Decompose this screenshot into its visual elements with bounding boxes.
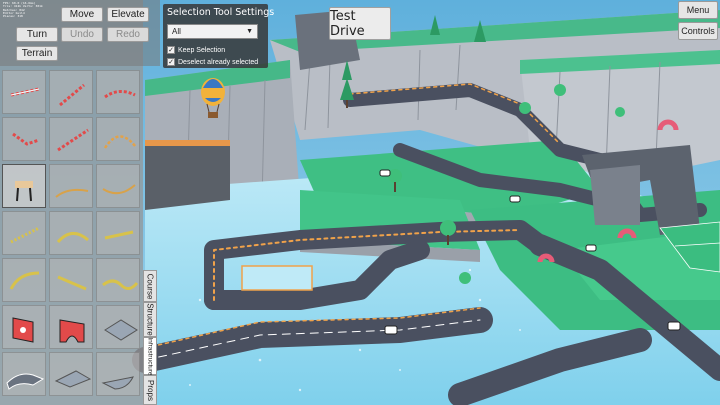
grey-floor-tile-icon	[97, 306, 139, 350]
yellow-rail-curve-icon	[3, 259, 45, 303]
menu-button[interactable]: Menu	[678, 1, 718, 19]
chevron-down-icon: ▼	[246, 28, 253, 35]
palette-item[interactable]	[96, 352, 140, 396]
grey-quarter-tile-icon	[97, 353, 139, 397]
palette-item[interactable]	[49, 117, 93, 161]
yellow-rail-arc-icon	[50, 212, 92, 256]
category-tabs: Course Structure Infrastructure Props	[143, 270, 157, 405]
tool-bar: FPS: 60.0 (16.6ms) Tris: 412k Verts: 301k…	[0, 0, 160, 66]
cable-arc-icon	[97, 165, 139, 209]
palette-item[interactable]	[2, 305, 46, 349]
tab-props[interactable]: Props	[143, 375, 157, 405]
palette-item[interactable]	[49, 211, 93, 255]
checkbox-label: Deselect already selected	[178, 58, 259, 66]
tab-structure[interactable]: Structure	[143, 302, 157, 337]
yellow-rail-straight-icon	[97, 212, 139, 256]
checkbox-label: Keep Selection	[178, 46, 226, 54]
palette-item[interactable]	[96, 70, 140, 114]
loop-pool	[241, 265, 313, 291]
palette-item[interactable]	[49, 352, 93, 396]
elevate-button[interactable]: Elevate	[107, 7, 149, 22]
terrain-button[interactable]: Terrain	[16, 46, 58, 61]
palette-item[interactable]	[49, 305, 93, 349]
checkbox-box: ✓	[167, 58, 175, 66]
palette-item[interactable]	[2, 258, 46, 302]
yellow-rail-slope-icon	[50, 259, 92, 303]
redo-button[interactable]: Redo	[107, 27, 149, 42]
debug-line: Pieces: 318	[3, 14, 23, 19]
keep-selection-checkbox[interactable]: ✓ Keep Selection	[167, 45, 267, 55]
road-barrier-curve-icon	[97, 71, 139, 115]
yellow-rail-diagonal-icon	[3, 212, 45, 256]
palette-item[interactable]	[2, 164, 46, 208]
palette-item[interactable]	[96, 164, 140, 208]
undo-button[interactable]: Undo	[61, 27, 103, 42]
road-barrier-straight-icon	[3, 71, 45, 115]
palette-item[interactable]	[2, 211, 46, 255]
checkbox-box: ✓	[167, 46, 175, 54]
panel-title: Selection Tool Settings	[167, 7, 275, 18]
selection-filter-dropdown[interactable]: All ▼	[167, 24, 258, 39]
tab-infrastructure[interactable]: Infrastructure	[143, 337, 157, 375]
tab-label: Props	[145, 379, 155, 401]
palette-item[interactable]	[49, 258, 93, 302]
palette-item[interactable]	[96, 117, 140, 161]
selection-settings-panel: Selection Tool Settings All ▼ ✓ Keep Sel…	[163, 4, 274, 68]
palette-item[interactable]	[2, 70, 46, 114]
road-barrier-arc-icon	[97, 118, 139, 162]
palette-item[interactable]	[96, 211, 140, 255]
road-ramp-icon	[3, 353, 45, 397]
grey-wedge-icon	[50, 353, 92, 397]
yellow-rail-wave-icon	[97, 259, 139, 303]
tab-label: Infrastructure	[146, 336, 154, 376]
move-button[interactable]: Move	[61, 7, 103, 22]
road-barrier-diagonal-icon	[50, 71, 92, 115]
palette-item[interactable]	[96, 258, 140, 302]
road-barrier-diagonal-long-icon	[50, 118, 92, 162]
tab-label: Course	[145, 273, 155, 299]
controls-button[interactable]: Controls	[678, 22, 718, 40]
turn-button[interactable]: Turn	[16, 27, 58, 42]
piece-palette	[2, 70, 143, 405]
palette-item[interactable]	[49, 70, 93, 114]
palette-item[interactable]	[96, 305, 140, 349]
road-barrier-corner-icon	[3, 118, 45, 162]
red-arch-panel-icon	[50, 306, 92, 350]
dropdown-value: All	[172, 27, 181, 36]
red-wall-panel-icon	[3, 306, 45, 350]
deselect-checkbox[interactable]: ✓ Deselect already selected	[167, 57, 267, 67]
cable-curve-icon	[50, 165, 92, 209]
barrier-stand-icon	[3, 165, 45, 209]
test-drive-button[interactable]: Test Drive	[329, 7, 391, 40]
palette-item[interactable]	[2, 352, 46, 396]
tab-label: Structure	[145, 303, 155, 336]
tab-course[interactable]: Course	[143, 270, 157, 302]
palette-item[interactable]	[2, 117, 46, 161]
debug-overlay: FPS: 60.0 (16.6ms) Tris: 412k Verts: 301k…	[3, 2, 55, 20]
palette-item[interactable]	[49, 164, 93, 208]
